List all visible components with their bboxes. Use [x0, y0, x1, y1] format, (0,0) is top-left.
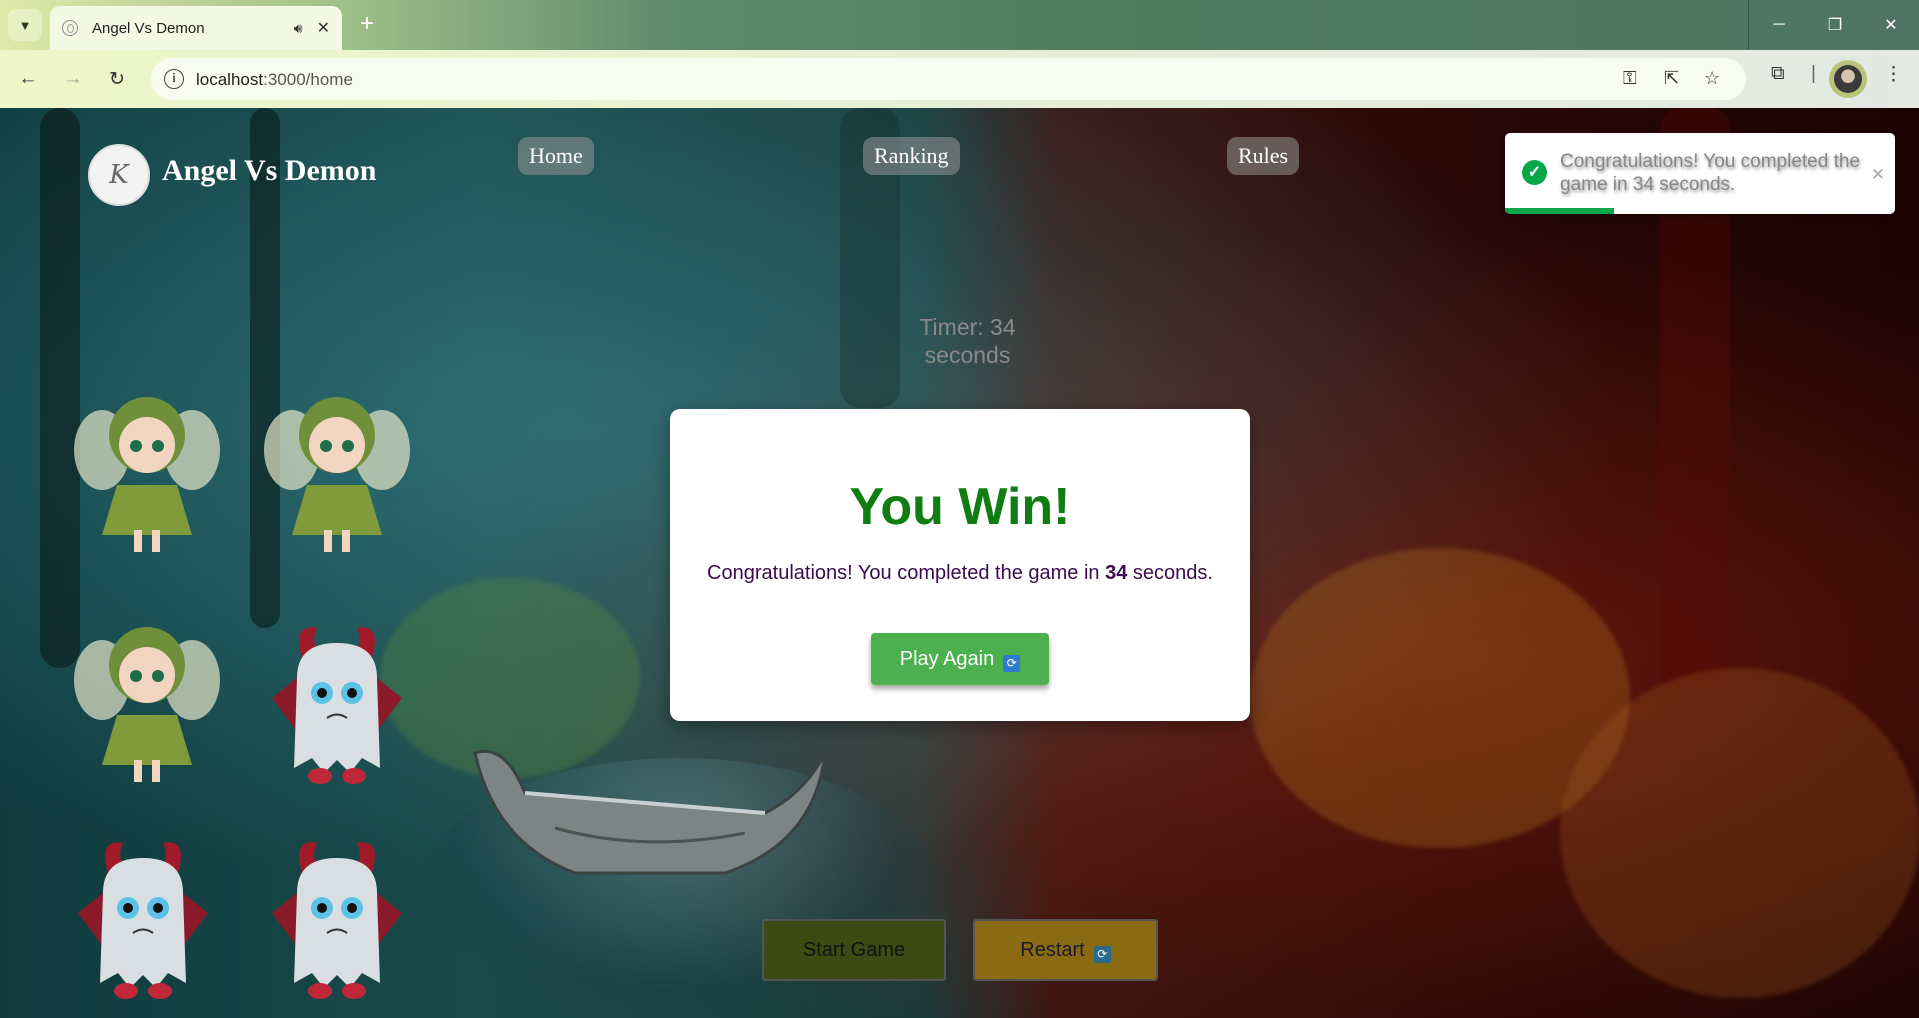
browser-tabstrip: ▼ Angel Vs Demon 🔊︎ ✕ + ─ ❐ ✕	[0, 0, 1919, 50]
new-tab-button[interactable]: +	[352, 10, 382, 40]
demon-character[interactable]	[68, 833, 218, 1008]
nav-ranking-link[interactable]: Ranking	[863, 137, 960, 175]
win-heading: You Win!	[849, 478, 1071, 536]
site-favicon-icon	[62, 20, 78, 36]
toast-close-icon[interactable]: ✕	[1871, 165, 1885, 185]
start-game-button[interactable]: Start Game	[762, 919, 946, 981]
win-modal: You Win! Congratulations! You completed …	[670, 409, 1250, 721]
play-again-label: Play Again	[899, 648, 995, 670]
site-logo[interactable]: K	[88, 144, 150, 206]
game-page: K Angel Vs Demon Home Ranking Rules Time…	[0, 108, 1919, 1018]
bookmark-star-icon[interactable]: ☆	[1704, 68, 1720, 89]
site-info-icon[interactable]: i	[164, 69, 184, 89]
extensions-puzzle-icon[interactable]: ⧉	[1771, 63, 1785, 85]
password-key-icon[interactable]: ⚿	[1623, 68, 1637, 89]
check-circle-icon: ✓	[1522, 160, 1547, 185]
nav-home-link[interactable]: Home	[518, 137, 594, 175]
angel-character[interactable]	[262, 380, 412, 555]
forward-arrow-icon[interactable]: →	[59, 65, 87, 93]
restart-label: Restart	[1020, 939, 1085, 961]
timer-unit: seconds	[924, 342, 1011, 368]
browser-toolbar: ← → ↻ i localhost:3000/home ⚿ ⇱ ☆ ⧉ | ⋮	[0, 50, 1919, 108]
game-timer: Timer: 34 seconds	[880, 313, 1055, 369]
reload-icon[interactable]: ↻	[103, 65, 131, 93]
demon-character[interactable]	[262, 618, 412, 793]
minimize-icon[interactable]: ─	[1751, 0, 1807, 50]
window-controls-divider	[1748, 0, 1749, 50]
window-controls: ─ ❐ ✕	[1751, 0, 1919, 50]
demon-character[interactable]	[262, 833, 412, 1008]
play-again-button[interactable]: Play Again ⟳	[871, 633, 1049, 685]
angel-character[interactable]	[72, 380, 222, 555]
boat-image	[473, 750, 827, 875]
tab-close-icon[interactable]: ✕	[317, 18, 330, 38]
win-message: Congratulations! You completed the game …	[707, 562, 1213, 584]
angel-character[interactable]	[72, 610, 222, 785]
browser-tab-active[interactable]: Angel Vs Demon 🔊︎ ✕	[50, 6, 342, 50]
tab-title: Angel Vs Demon	[92, 19, 205, 37]
toast-message: Congratulations! You completed the game …	[1560, 151, 1860, 195]
restore-icon[interactable]: ❐	[1807, 0, 1863, 50]
refresh-icon: ⟳	[1093, 946, 1111, 963]
menu-kebab-icon[interactable]: ⋮	[1884, 63, 1903, 86]
toolbar-divider: |	[1811, 63, 1816, 84]
site-title[interactable]: Angel Vs Demon	[162, 154, 376, 188]
url-text[interactable]: localhost:3000/home	[196, 70, 353, 90]
nav-rules-link[interactable]: Rules	[1227, 137, 1300, 175]
open-in-app-icon[interactable]: ⇱	[1664, 68, 1679, 89]
timer-value: Timer: 34	[919, 314, 1016, 340]
tab-search-chevron-icon[interactable]: ▼	[8, 9, 42, 41]
success-toast: ✓ Congratulations! You completed the gam…	[1505, 133, 1895, 214]
profile-avatar[interactable]	[1829, 60, 1867, 98]
back-arrow-icon[interactable]: ←	[14, 65, 42, 93]
tab-audio-icon[interactable]: 🔊︎	[294, 20, 303, 37]
refresh-icon: ⟳	[1003, 655, 1021, 672]
close-window-icon[interactable]: ✕	[1863, 0, 1919, 50]
profile-face-icon	[1834, 65, 1862, 93]
toast-progress-bar	[1505, 208, 1615, 214]
win-seconds: 34	[1105, 562, 1128, 584]
address-bar[interactable]: i localhost:3000/home ⚿ ⇱ ☆	[151, 58, 1746, 100]
background-fern	[1560, 668, 1919, 998]
restart-button[interactable]: Restart ⟳	[973, 919, 1158, 981]
